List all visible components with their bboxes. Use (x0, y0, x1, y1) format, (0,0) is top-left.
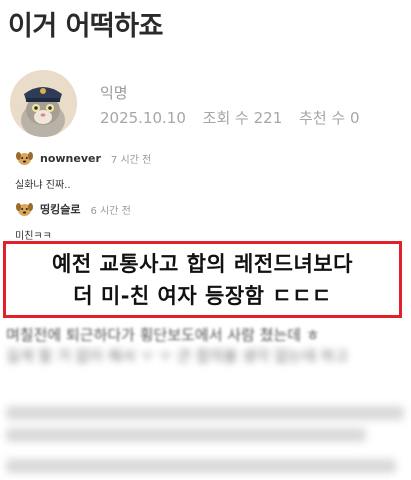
comment-username[interactable]: nownever (40, 152, 101, 165)
post-body-line-1: 며칠전에 퇴근하다가 횡단보도에서 사람 쳤는데 ㅎ (6, 326, 320, 344)
comment-text: 미친ㅋㅋ (15, 231, 52, 242)
banner-line-1: 예전 교통사고 합의 레전드녀보다 (52, 251, 353, 276)
headline-banner: 예전 교통사고 합의 레전드녀보다 더 미-친 여자 등장함 ㄷㄷㄷ (3, 241, 402, 318)
post-date: 2025.10.10 (100, 109, 186, 127)
comment-text: 실화냐 진짜.. (15, 180, 71, 191)
dog-icon (16, 202, 33, 216)
comment-time: 6 시간 전 (90, 205, 131, 217)
comment-username[interactable]: 띵킹슬로 (40, 201, 80, 217)
post-views: 조회 수 221 (202, 109, 283, 127)
blurred-text-block (6, 459, 396, 473)
post-likes: 추천 수 0 (299, 109, 360, 127)
avatar[interactable] (10, 70, 77, 137)
avatar-image (10, 70, 77, 137)
comment-item: nownever 7 시간 전 실화냐 진짜.. (15, 148, 275, 191)
blurred-text-block (6, 428, 366, 442)
post-meta: 2025.10.10 조회 수 221 추천 수 0 (100, 107, 372, 128)
comment-time: 7 시간 전 (110, 154, 152, 166)
banner-line-2: 더 미-친 여자 등장함 ㄷㄷㄷ (73, 283, 332, 308)
post-body-line-2: 길게 할 거 없이 해서 ㅜ ㅜ 큰 합의볼 생각 없는데 하고 (6, 347, 349, 365)
dog-icon (16, 151, 33, 165)
comment-item: 띵킹슬로 6 시간 전 미친ㅋㅋ (15, 199, 275, 242)
page-title: 이거 어떡하죠 (8, 11, 163, 42)
post-author[interactable]: 익명 (100, 82, 128, 103)
blurred-text-block (6, 406, 404, 420)
